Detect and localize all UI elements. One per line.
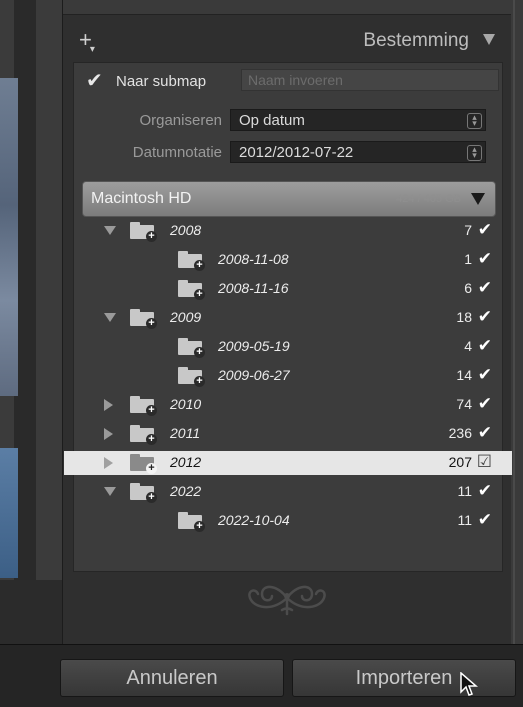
folder-name: 2022 (170, 483, 202, 499)
folder-checkbox[interactable]: ✔ (478, 307, 492, 327)
disclosure-down-icon[interactable] (104, 313, 116, 322)
disclosure-right-icon[interactable] (104, 457, 113, 469)
folder-count: 11 (457, 483, 472, 499)
folder-count: 74 (456, 396, 472, 412)
folder-icon: + (130, 309, 157, 329)
organize-label: Organiseren (139, 112, 222, 129)
folder-icon: + (178, 251, 205, 271)
tree-row[interactable]: +2012 207 ☑ (64, 451, 512, 475)
tree-row[interactable]: +2009-05-19 4 ✔ (74, 335, 502, 359)
folder-name: 2011 (170, 425, 201, 441)
folder-name: 2008-11-08 (218, 251, 289, 267)
folder-count: 1 (464, 251, 472, 267)
tree-row[interactable]: +2011 236 ✔ (74, 422, 502, 446)
mouse-cursor-icon (460, 672, 478, 696)
folder-count: 11 (457, 512, 472, 528)
cancel-button[interactable]: Annuleren (60, 659, 284, 697)
folder-name: 2010 (170, 396, 202, 412)
folder-checkbox[interactable]: ✔ (478, 510, 492, 530)
subfolder-checkbox[interactable]: ✔ (86, 71, 106, 91)
volume-name: Macintosh HD (91, 190, 192, 207)
ornament-icon (63, 578, 511, 618)
folder-icon: + (130, 483, 157, 503)
folder-count: 18 (456, 309, 472, 325)
subfolder-name-input[interactable]: Naam invoeren (241, 69, 499, 91)
folder-checkbox[interactable]: ✔ (478, 278, 492, 298)
panel-header[interactable]: +▾ Bestemming (63, 20, 511, 60)
organize-row: Organiseren Op datum ▴ ▾ (74, 109, 502, 133)
tree-row[interactable]: +2009 18 ✔ (74, 306, 502, 330)
destination-section: ✔ Naar submap Naam invoeren Organiseren … (64, 62, 512, 572)
tree-row[interactable]: +2022 11 ✔ (74, 480, 502, 504)
dialog-footer: Annuleren Importeren (0, 644, 523, 707)
tree-row[interactable]: +2022-10-04 11 ✔ (74, 509, 502, 533)
folder-name: 2009-05-19 (218, 338, 290, 354)
date-format-label: Datumnotatie (132, 144, 222, 161)
folder-checkbox[interactable]: ✔ (478, 249, 492, 269)
folder-icon: + (130, 425, 157, 445)
folder-checkbox[interactable]: ✔ (478, 220, 492, 240)
select-arrows-icon: ▴ ▾ (467, 145, 482, 161)
folder-name: 2008-11-16 (218, 280, 289, 296)
folder-name: 2008 (170, 222, 202, 238)
disclosure-down-icon[interactable] (104, 226, 116, 235)
folder-icon: + (178, 367, 205, 387)
volume-header[interactable]: Macintosh HD 424 / 465 GB (82, 181, 496, 217)
folder-name: 2009-06-27 (218, 367, 290, 383)
subfolder-label: Naar submap (116, 73, 207, 90)
tree-row[interactable]: +2008 7 ✔ (74, 219, 502, 243)
folder-checkbox[interactable]: ✔ (478, 394, 492, 414)
folder-checkbox[interactable]: ✔ (478, 365, 492, 385)
folder-count: 4 (464, 338, 472, 354)
tree-row[interactable]: +2008-11-08 1 ✔ (74, 248, 502, 272)
folder-count: 6 (464, 280, 472, 296)
tree-row[interactable]: +2010 74 ✔ (74, 393, 502, 417)
background-right (509, 0, 523, 706)
add-preset-icon[interactable]: +▾ (79, 29, 97, 56)
organize-select[interactable]: Op datum ▴ ▾ (230, 109, 486, 131)
date-format-select[interactable]: 2012/2012-07-22 ▴ ▾ (230, 141, 486, 163)
folder-checkbox[interactable]: ✔ (478, 481, 492, 501)
background-left (0, 0, 70, 706)
background-photo (0, 78, 18, 396)
folder-icon: + (178, 338, 205, 358)
import-button[interactable]: Importeren (292, 659, 516, 697)
volume-size: 424 / 465 GB (396, 193, 461, 205)
tree-row[interactable]: +2008-11-16 6 ✔ (74, 277, 502, 301)
background-band (0, 580, 70, 644)
folder-icon: + (130, 222, 157, 242)
organize-value: Op datum (239, 112, 305, 129)
folder-count: 207 (448, 454, 472, 470)
disclosure-down-icon[interactable] (104, 487, 116, 496)
folder-name: 2012 (170, 454, 202, 470)
folder-checkbox[interactable]: ✔ (478, 423, 492, 443)
collapse-triangle-icon[interactable] (483, 34, 495, 45)
folder-name: 2022-10-04 (218, 512, 290, 528)
volume-disclosure-icon[interactable] (471, 193, 485, 205)
background-photo (0, 448, 18, 578)
select-arrows-icon: ▴ ▾ (467, 113, 482, 129)
date-format-row: Datumnotatie 2012/2012-07-22 ▴ ▾ (74, 141, 502, 165)
folder-icon: + (178, 512, 205, 532)
folder-icon: + (130, 396, 157, 416)
folder-checkbox[interactable]: ☑ (477, 452, 492, 472)
tree-row[interactable]: +2009-06-27 14 ✔ (74, 364, 502, 388)
folder-icon: + (178, 280, 205, 300)
folder-name: 2009 (170, 309, 202, 325)
folder-checkbox[interactable]: ✔ (478, 336, 492, 356)
date-format-value: 2012/2012-07-22 (239, 144, 354, 161)
folder-icon: + (130, 454, 157, 474)
disclosure-right-icon[interactable] (104, 399, 113, 411)
panel-top-strip (63, 0, 511, 15)
folder-count: 14 (456, 367, 472, 383)
folder-count: 236 (448, 425, 472, 441)
disclosure-right-icon[interactable] (104, 428, 113, 440)
panel-title: Bestemming (363, 30, 469, 51)
destination-panel: +▾ Bestemming ✔ Naar submap Naam invoere… (62, 0, 512, 644)
folder-count: 7 (464, 222, 472, 238)
